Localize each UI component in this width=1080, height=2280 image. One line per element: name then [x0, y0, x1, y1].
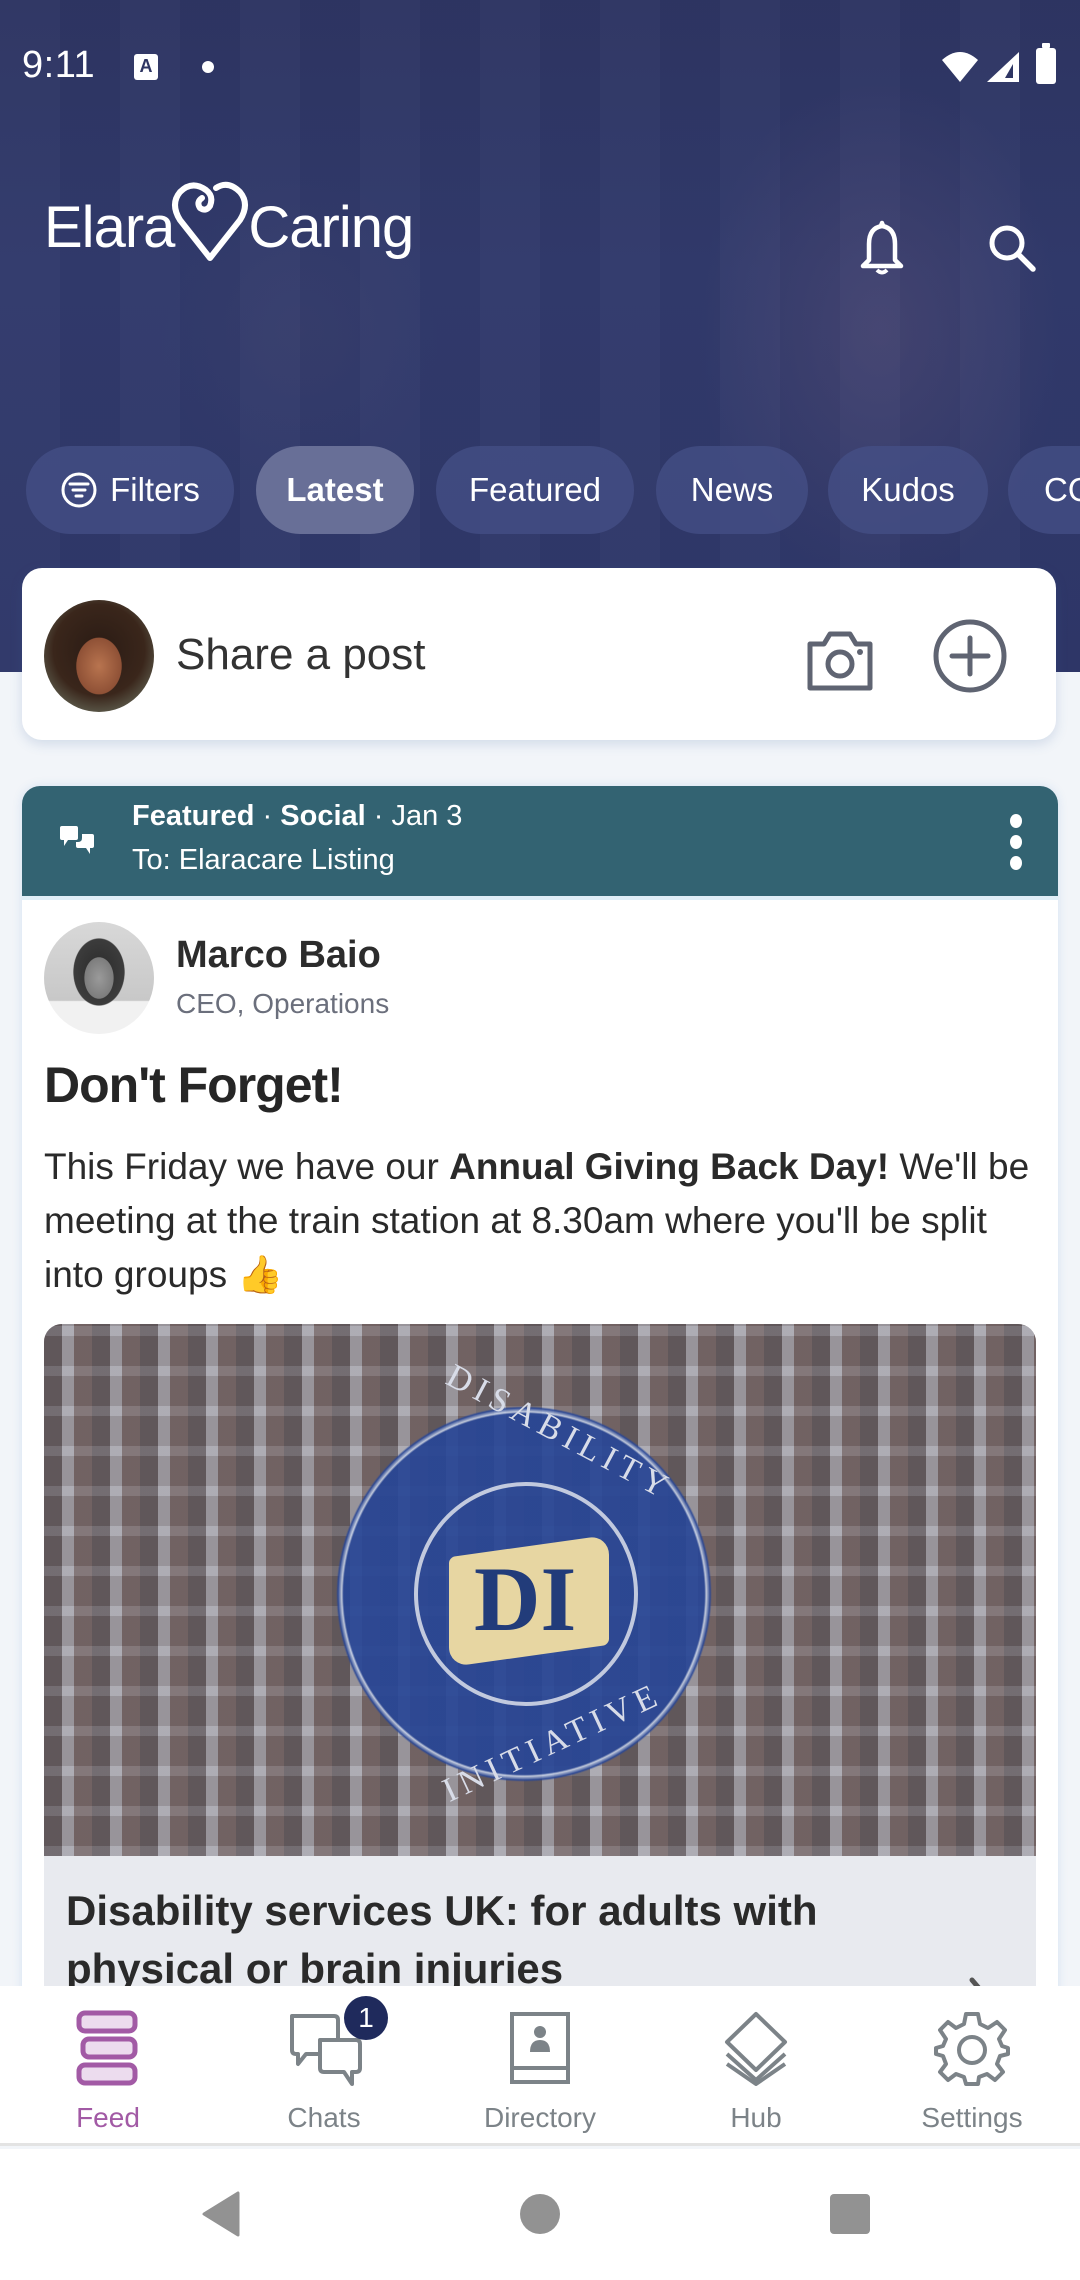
- nav-feed-label: Feed: [76, 2102, 140, 2133]
- meta-separator: ·: [365, 800, 392, 832]
- more-vertical-icon: [1010, 814, 1022, 828]
- nav-hub[interactable]: Hub: [648, 1986, 864, 2146]
- author-name[interactable]: Marco Baio: [176, 934, 381, 977]
- post-header-bar: Featured · Social · Jan 3 To: Elaracare …: [22, 786, 1058, 896]
- feed-icon: [76, 2010, 138, 2086]
- more-dot: [1010, 835, 1022, 849]
- bottom-navigation: Feed 1 Chats Directory Hub Settings: [0, 1986, 1080, 2146]
- filters-chip[interactable]: Filters: [26, 446, 234, 534]
- author-role: CEO, Operations: [176, 988, 390, 1019]
- logo-text-elara: Elara: [44, 195, 175, 260]
- link-preview-title: Disability services UK: for adults with …: [66, 1887, 818, 1992]
- nav-directory-label: Directory: [483, 2102, 596, 2133]
- current-user-avatar[interactable]: [44, 600, 154, 712]
- seal-monogram: DI: [474, 1548, 577, 1650]
- divider: [22, 896, 1058, 900]
- nav-hub-label: Hub: [730, 2102, 782, 2133]
- chats-unread-badge: 1: [344, 1996, 388, 2040]
- elara-caring-logo: Elara Caring: [44, 181, 414, 261]
- post-body-text: This Friday we have our: [44, 1146, 450, 1187]
- status-bar: 9:11 A: [0, 0, 1080, 140]
- recents-icon[interactable]: [828, 2189, 872, 2239]
- link-preview-card[interactable]: DISABILITY DI INITIATIVE Disability serv…: [44, 1324, 1036, 2084]
- wifi-icon: [942, 52, 978, 82]
- directory-icon: [510, 2012, 570, 2084]
- notifications-button[interactable]: [842, 208, 922, 288]
- chip-kudos[interactable]: Kudos: [828, 446, 988, 534]
- share-post-composer: Share a post: [22, 568, 1056, 740]
- share-post-input[interactable]: Share a post: [176, 630, 426, 680]
- nav-feed[interactable]: Feed: [0, 1986, 216, 2146]
- nav-settings-label: Settings: [921, 2102, 1023, 2133]
- author-avatar[interactable]: [44, 922, 154, 1034]
- filters-chip-label: Filters: [110, 471, 200, 508]
- chip-latest[interactable]: Latest: [256, 446, 414, 534]
- battery-icon: [1036, 43, 1056, 84]
- logo-text-caring: Caring: [248, 195, 414, 260]
- meta-separator: ·: [254, 800, 281, 832]
- create-post-button[interactable]: [930, 616, 1010, 696]
- camera-icon: [807, 631, 873, 691]
- post-date: Jan 3: [391, 800, 463, 832]
- post-title: Don't Forget!: [44, 1057, 344, 1113]
- chip-co[interactable]: CO: [1008, 446, 1080, 534]
- gear-icon: [934, 2012, 1010, 2086]
- seal-text-top: DISABILITY: [440, 1357, 680, 1508]
- more-dot: [1010, 856, 1022, 870]
- add-photo-button[interactable]: [800, 620, 880, 700]
- post-category-featured: Featured: [132, 800, 255, 832]
- chat-bubbles-icon: [60, 826, 94, 854]
- nav-chats-label: Chats: [287, 2102, 361, 2133]
- signal-icon: [987, 52, 1019, 82]
- filter-icon: [61, 472, 97, 508]
- heart-logo-icon: [172, 181, 248, 261]
- post-audience: To: Elaracare Listing: [132, 844, 395, 876]
- bell-icon: [860, 220, 904, 275]
- search-icon: [989, 225, 1036, 272]
- feed-filter-chips: Filters Latest Featured News Kudos CO: [0, 446, 1080, 534]
- nav-directory[interactable]: Directory: [432, 1986, 648, 2146]
- back-icon[interactable]: [198, 2189, 242, 2239]
- link-preview-image: DISABILITY DI INITIATIVE: [44, 1324, 1036, 1856]
- app-header: Elara Caring: [0, 180, 1080, 320]
- system-navigation-bar: [0, 2149, 1080, 2280]
- post-category-social: Social: [280, 800, 366, 832]
- post-meta: Featured · Social · Jan 3: [132, 800, 462, 833]
- chip-featured[interactable]: Featured: [436, 446, 634, 534]
- accessibility-notification-icon: A: [134, 54, 158, 80]
- nav-chats[interactable]: 1 Chats: [216, 1986, 432, 2146]
- post-more-options-button[interactable]: [996, 810, 1036, 874]
- nav-settings[interactable]: Settings: [864, 1986, 1080, 2146]
- layers-icon: [725, 2012, 787, 2086]
- notification-dot-icon: [202, 61, 214, 73]
- feed-post-card: Featured · Social · Jan 3 To: Elaracare …: [22, 786, 1058, 2086]
- post-body: This Friday we have our Annual Giving Ba…: [44, 1140, 1044, 1302]
- status-time: 9:11: [22, 44, 96, 86]
- post-body-highlight: Annual Giving Back Day!: [449, 1146, 890, 1187]
- plus-circle-icon: [933, 619, 1007, 693]
- screen: 9:11 A Elara Caring Filters Latest Featu…: [0, 0, 1080, 2280]
- chip-news[interactable]: News: [656, 446, 808, 534]
- home-icon[interactable]: [518, 2189, 562, 2239]
- search-button[interactable]: [972, 208, 1052, 288]
